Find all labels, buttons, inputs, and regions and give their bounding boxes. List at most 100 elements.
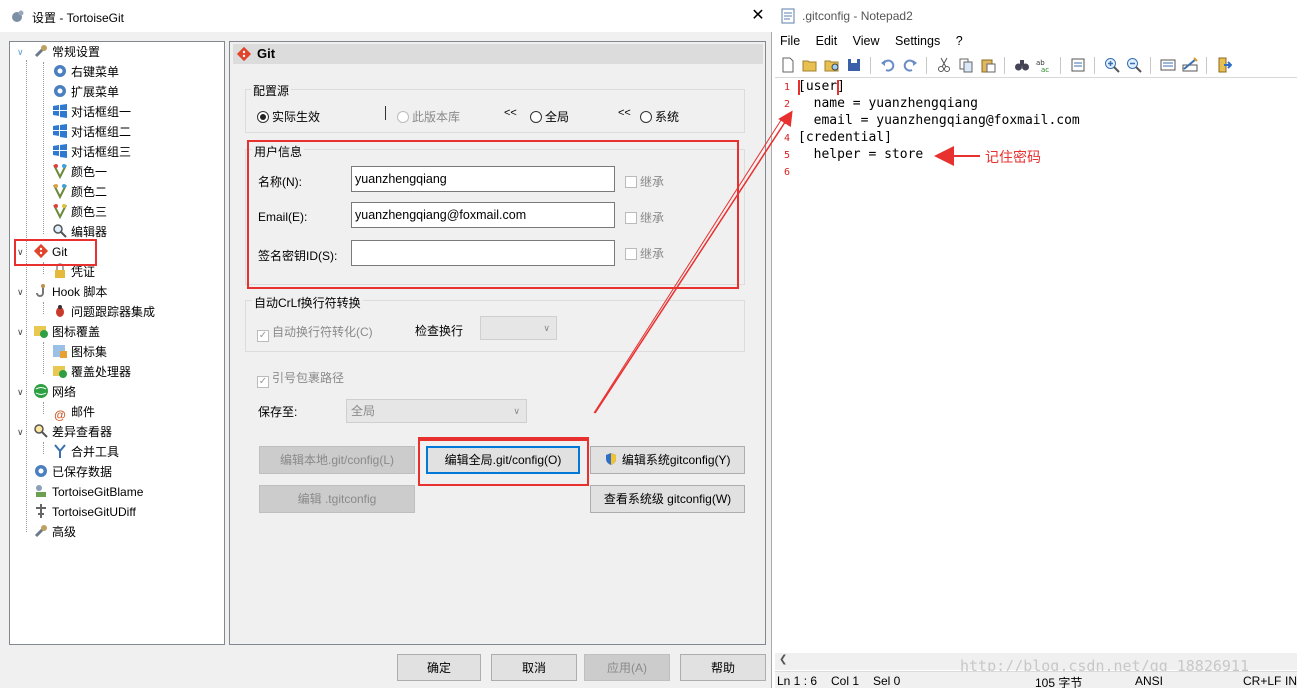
radio-local-repo[interactable]: 此版本库 [397,108,460,125]
tree-guide-line [43,342,44,374]
close-icon[interactable]: ✕ [748,6,768,26]
tree-item-blame[interactable]: TortoiseGitBlame [33,482,143,502]
paste-icon[interactable] [980,57,996,73]
tree-item-extended-menu[interactable]: 扩展菜单 [52,82,119,102]
exit-icon[interactable] [1216,57,1232,73]
icon-set-icon [53,345,67,358]
svg-text:ac: ac [1041,66,1049,73]
view-options-icon[interactable] [1160,57,1176,73]
tree-item-network[interactable]: 网络 [33,382,76,402]
radio-button[interactable] [530,111,542,123]
tree-item-email[interactable]: @ 邮件 [52,402,95,422]
inherit-arrow: << [504,107,517,119]
windows-logo-icon [53,124,67,138]
tree-item-dialogs-2[interactable]: 对话框组二 [52,122,131,142]
tree-item-hook-scripts[interactable]: Hook 脚本 [33,282,107,302]
tree-item-saved-data[interactable]: 已保存数据 [33,462,112,482]
notepad-title: .gitconfig - Notepad2 [802,9,913,23]
menu-edit[interactable]: Edit [816,34,838,48]
radio-system[interactable]: 系统 [640,108,679,125]
find-icon[interactable] [1014,57,1030,73]
chevron-down-icon[interactable]: ∨ [17,382,27,402]
overlay-icon [53,366,67,378]
redo-icon[interactable] [902,57,918,73]
scheme-icon[interactable] [1182,57,1198,73]
config-source-label: 配置源 [251,82,292,99]
tree-item-colors-1[interactable]: 颜色一 [52,162,107,182]
ok-button[interactable]: 确定 [397,654,481,681]
zoom-in-icon[interactable] [1104,57,1120,73]
tree-item-merge-tool[interactable]: 合并工具 [52,442,119,462]
tree-item-diff-viewer[interactable]: 差异查看器 [33,422,112,442]
edit-system-config-button[interactable]: 编辑系统gitconfig(Y) [590,446,745,474]
tree-guide-line [43,302,44,314]
menu-file[interactable]: File [780,34,800,48]
menu-view[interactable]: View [853,34,880,48]
save-icon[interactable] [846,57,862,73]
tree-guide-line [43,62,44,234]
copy-icon[interactable] [958,57,974,73]
menu-help[interactable]: ? [956,34,963,48]
undo-icon[interactable] [880,57,896,73]
apply-button[interactable]: 应用(A) [584,654,670,681]
check-eol-label: 检查换行 [415,324,464,338]
view-system-config-button[interactable]: 查看系统级 gitconfig(W) [590,485,745,513]
code-line: [credential] [798,130,892,145]
goto-line-icon[interactable] [1070,57,1086,73]
tree-item-context-menu[interactable]: 右键菜单 [52,62,119,82]
code-line: email = yuanzhengqiang@foxmail.com [798,113,1080,128]
replace-icon[interactable]: abac [1036,57,1052,73]
chevron-down-icon[interactable]: ∨ [17,322,27,342]
tree-item-general[interactable]: 常规设置 [33,42,100,62]
wrench-icon [34,525,47,538]
toolbar-separator [1150,57,1151,74]
open-folder-icon[interactable] [802,57,818,73]
tree-item-icon-overlays[interactable]: 图标覆盖 [33,322,100,342]
zoom-out-icon[interactable] [1126,57,1142,73]
tortoisegit-app-icon [12,10,24,22]
tree-item-dialogs-1[interactable]: 对话框组一 [52,102,131,122]
palette-icon [53,164,67,179]
tree-item-colors-3[interactable]: 颜色三 [52,202,107,222]
menu-settings[interactable]: Settings [895,34,940,48]
status-eol: CR+LF [1243,674,1282,688]
check-eol-select[interactable]: ∨ [480,316,557,340]
tree-item-overlay-handlers[interactable]: 覆盖处理器 [52,362,131,382]
tree-item-udiff[interactable]: TortoiseGitUDiff [33,502,136,522]
cut-icon[interactable] [936,57,952,73]
notepad-toolbar: ab ac [778,54,1238,76]
edit-tgitconfig-button[interactable]: 编辑 .tgitconfig [259,485,415,513]
radio-effective[interactable]: 实际生效 [257,108,320,125]
autocrlf-checkbox[interactable]: ✓ 自动换行符转化(C) [257,323,373,342]
radio-button[interactable] [257,111,269,123]
radio-global[interactable]: 全局 [530,108,569,125]
tree-guide-line [43,442,44,454]
merge-icon [54,444,66,458]
notepad-menubar: File Edit View Settings ? [780,34,975,48]
tree-item-colors-2[interactable]: 颜色二 [52,182,107,202]
cancel-button[interactable]: 取消 [491,654,577,681]
help-button[interactable]: 帮助 [680,654,766,681]
tree-item-issue-tracker[interactable]: 问题跟踪器集成 [52,302,155,322]
chevron-down-icon[interactable]: ∨ [17,282,27,302]
radio-button[interactable] [640,111,652,123]
checkbox[interactable]: ✓ [257,330,269,342]
save-to-select[interactable]: 全局 ∨ [346,399,527,423]
inherit-arrow: << [618,107,631,119]
edit-local-config-button[interactable]: 编辑本地.git/config(L) [259,446,415,474]
chevron-left-icon[interactable]: ❮ [779,654,787,665]
save-to-label: 保存至: [258,405,298,419]
chevron-down-icon[interactable]: ∨ [17,42,27,62]
tree-item-dialogs-3[interactable]: 对话框组三 [52,142,131,162]
quote-path-checkbox[interactable]: ✓ 引号包裹路径 [257,369,344,388]
tree-item-advanced[interactable]: 高级 [33,522,76,542]
chevron-down-icon[interactable]: ∨ [17,422,27,442]
radio-button[interactable] [397,111,409,123]
bracket-highlight [837,80,839,95]
code-line: name = yuanzhengqiang [798,96,979,111]
tree-item-icon-set[interactable]: 图标集 [52,342,107,362]
status-col: Col 1 [831,674,860,688]
checkbox[interactable]: ✓ [257,376,269,388]
new-file-icon[interactable] [780,57,796,73]
browse-icon[interactable] [824,57,840,73]
